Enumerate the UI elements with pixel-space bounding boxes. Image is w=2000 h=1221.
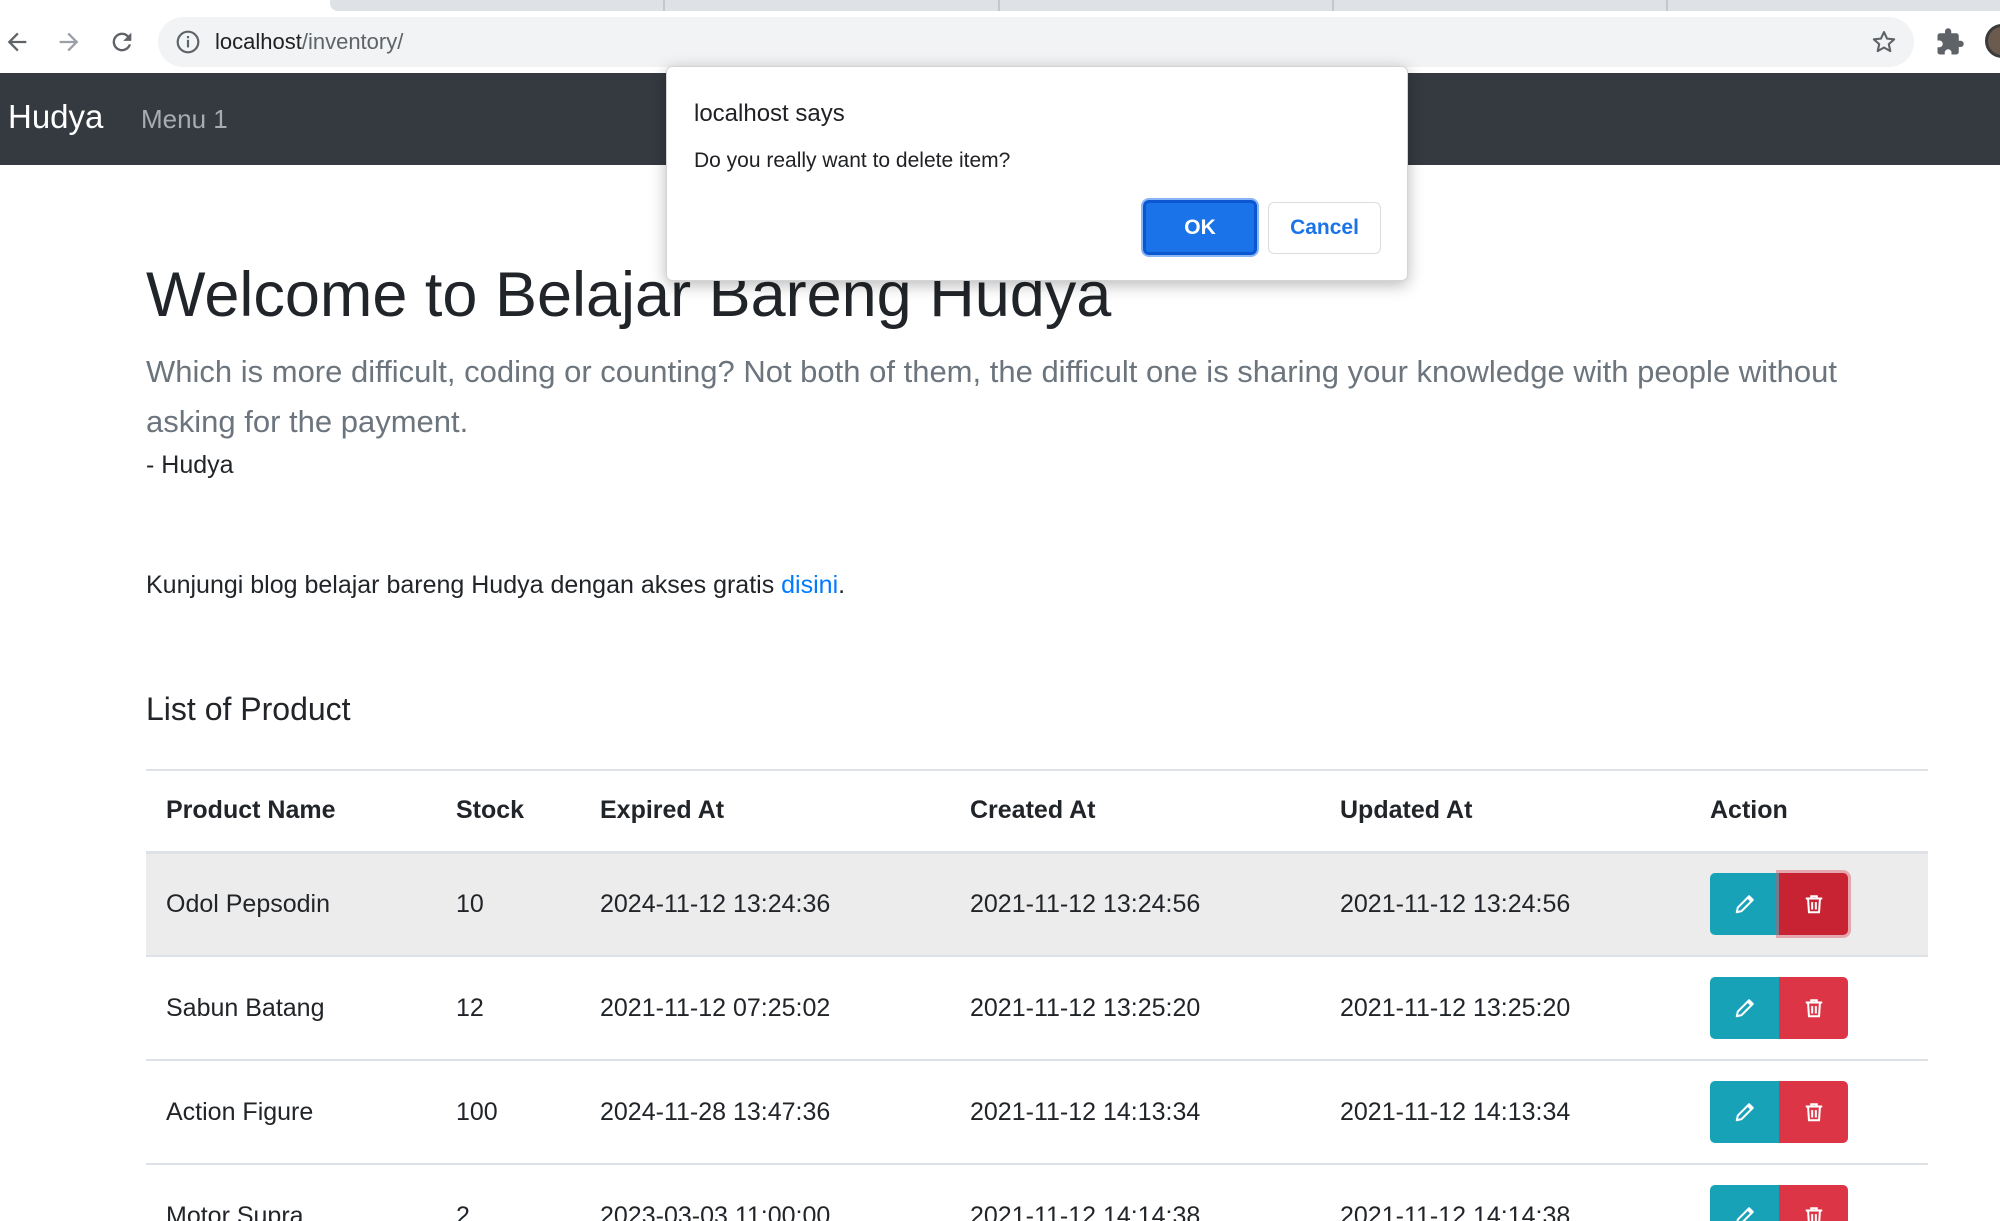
cell-created-at: 2021-11-12 13:25:20 — [970, 993, 1201, 1022]
lead-quote: Which is more difficult, coding or count… — [146, 354, 1838, 439]
navbar-brand[interactable]: Hudya — [8, 97, 103, 137]
address-bar[interactable]: localhost/inventory/ — [158, 17, 1914, 67]
trash-icon — [1805, 1103, 1822, 1122]
back-button[interactable] — [0, 22, 37, 62]
table-row: Action Figure 100 2024-11-28 13:47:36 20… — [146, 1060, 1928, 1164]
cell-expired-at: 2024-11-28 13:47:36 — [600, 1097, 831, 1126]
tab-separator — [1666, 0, 1668, 11]
delete-button[interactable] — [1779, 977, 1848, 1039]
info-icon[interactable] — [175, 29, 201, 55]
url-text[interactable]: localhost/inventory/ — [215, 29, 403, 55]
cell-action — [1690, 956, 1928, 1060]
edit-button[interactable] — [1710, 873, 1779, 936]
trash-icon — [1805, 1207, 1822, 1221]
tab-separator — [663, 0, 665, 11]
product-table: Product Name Stock Expired At Created At… — [146, 769, 1928, 1221]
table-header-row: Product Name Stock Expired At Created At… — [146, 770, 1928, 852]
delete-button[interactable] — [1779, 1081, 1848, 1143]
reload-icon — [112, 32, 132, 52]
pencil-icon — [1735, 895, 1754, 914]
cell-action — [1690, 1164, 1928, 1221]
cell-created-at: 2021-11-12 13:24:56 — [970, 889, 1201, 918]
cell-created-at: 2021-11-12 14:13:34 — [970, 1097, 1201, 1126]
cell-updated-at: 2021-11-12 14:14:38 — [1340, 1201, 1571, 1221]
edit-button[interactable] — [1710, 1185, 1779, 1221]
edit-button[interactable] — [1710, 977, 1779, 1039]
blog-visit-text: Kunjungi blog belajar bareng Hudya denga… — [146, 569, 845, 601]
edit-button[interactable] — [1710, 1081, 1779, 1143]
pencil-icon — [1735, 1207, 1754, 1221]
cell-stock: 2 — [456, 1201, 470, 1221]
cell-stock: 12 — [456, 993, 484, 1022]
browser-toolbar: localhost/inventory/ — [0, 0, 2000, 73]
column-header-updated-at: Updated At — [1340, 796, 1473, 825]
reload-button[interactable] — [102, 22, 142, 62]
cell-updated-at: 2021-11-12 13:25:20 — [1340, 993, 1571, 1022]
profile-avatar[interactable] — [1985, 24, 2000, 58]
confirm-dialog: localhost says Do you really want to del… — [666, 66, 1408, 281]
column-header-created-at: Created At — [970, 796, 1096, 825]
cell-expired-at: 2021-11-12 07:25:02 — [600, 993, 831, 1022]
column-header-stock: Stock — [456, 796, 525, 825]
cell-product-name: Odol Pepsodin — [166, 889, 331, 918]
trash-icon — [1805, 999, 1822, 1018]
column-header-action: Action — [1710, 796, 1788, 825]
cell-updated-at: 2021-11-12 13:24:56 — [1340, 889, 1571, 918]
trash-icon — [1805, 895, 1822, 914]
table-row: Odol Pepsodin 10 2024-11-12 13:24:36 202… — [146, 852, 1928, 956]
cell-action — [1690, 1060, 1928, 1164]
delete-button[interactable] — [1779, 1185, 1848, 1221]
cell-stock: 100 — [456, 1097, 498, 1126]
column-header-product-name: Product Name — [166, 796, 336, 825]
tab-strip — [330, 0, 2000, 11]
cell-expired-at: 2023-03-03 11:00:00 — [600, 1201, 831, 1221]
blog-visit-suffix: . — [838, 571, 846, 599]
url-host: localhost — [215, 29, 302, 54]
blog-link[interactable]: disini — [781, 571, 838, 599]
cancel-button[interactable]: Cancel — [1268, 202, 1381, 254]
cell-updated-at: 2021-11-12 14:13:34 — [1340, 1097, 1571, 1126]
pencil-icon — [1735, 1103, 1754, 1122]
forward-button[interactable] — [49, 22, 89, 62]
table-row: Sabun Batang 12 2021-11-12 07:25:02 2021… — [146, 956, 1928, 1060]
nav-item-menu-1[interactable]: Menu 1 — [141, 102, 228, 136]
cell-product-name: Action Figure — [166, 1097, 314, 1126]
quote-author: - Hudya — [146, 451, 234, 479]
section-heading: List of Product — [146, 691, 351, 727]
pencil-icon — [1735, 999, 1754, 1018]
dialog-title: localhost says — [694, 100, 845, 127]
blog-visit-label: Kunjungi blog belajar bareng Hudya denga… — [146, 571, 782, 599]
tab-separator — [1332, 0, 1334, 11]
tab-separator — [998, 0, 1000, 11]
column-header-expired-at: Expired At — [600, 796, 725, 825]
star-icon[interactable] — [1870, 28, 1898, 56]
ok-button[interactable]: OK — [1143, 200, 1257, 255]
dialog-message: Do you really want to delete item? — [694, 149, 1011, 172]
cell-product-name: Motor Supra — [166, 1201, 304, 1221]
delete-button[interactable] — [1779, 873, 1848, 936]
arrow-right-icon — [59, 32, 79, 52]
cell-stock: 10 — [456, 889, 484, 918]
table-row: Motor Supra 2 2023-03-03 11:00:00 2021-1… — [146, 1164, 1928, 1221]
arrow-left-icon — [7, 32, 27, 52]
cell-action — [1690, 852, 1928, 956]
cell-expired-at: 2024-11-12 13:24:36 — [600, 889, 831, 918]
cell-product-name: Sabun Batang — [166, 993, 325, 1022]
puzzle-icon[interactable] — [1935, 27, 1965, 57]
cell-created-at: 2021-11-12 14:14:38 — [970, 1201, 1201, 1221]
url-path: /inventory/ — [301, 29, 404, 54]
